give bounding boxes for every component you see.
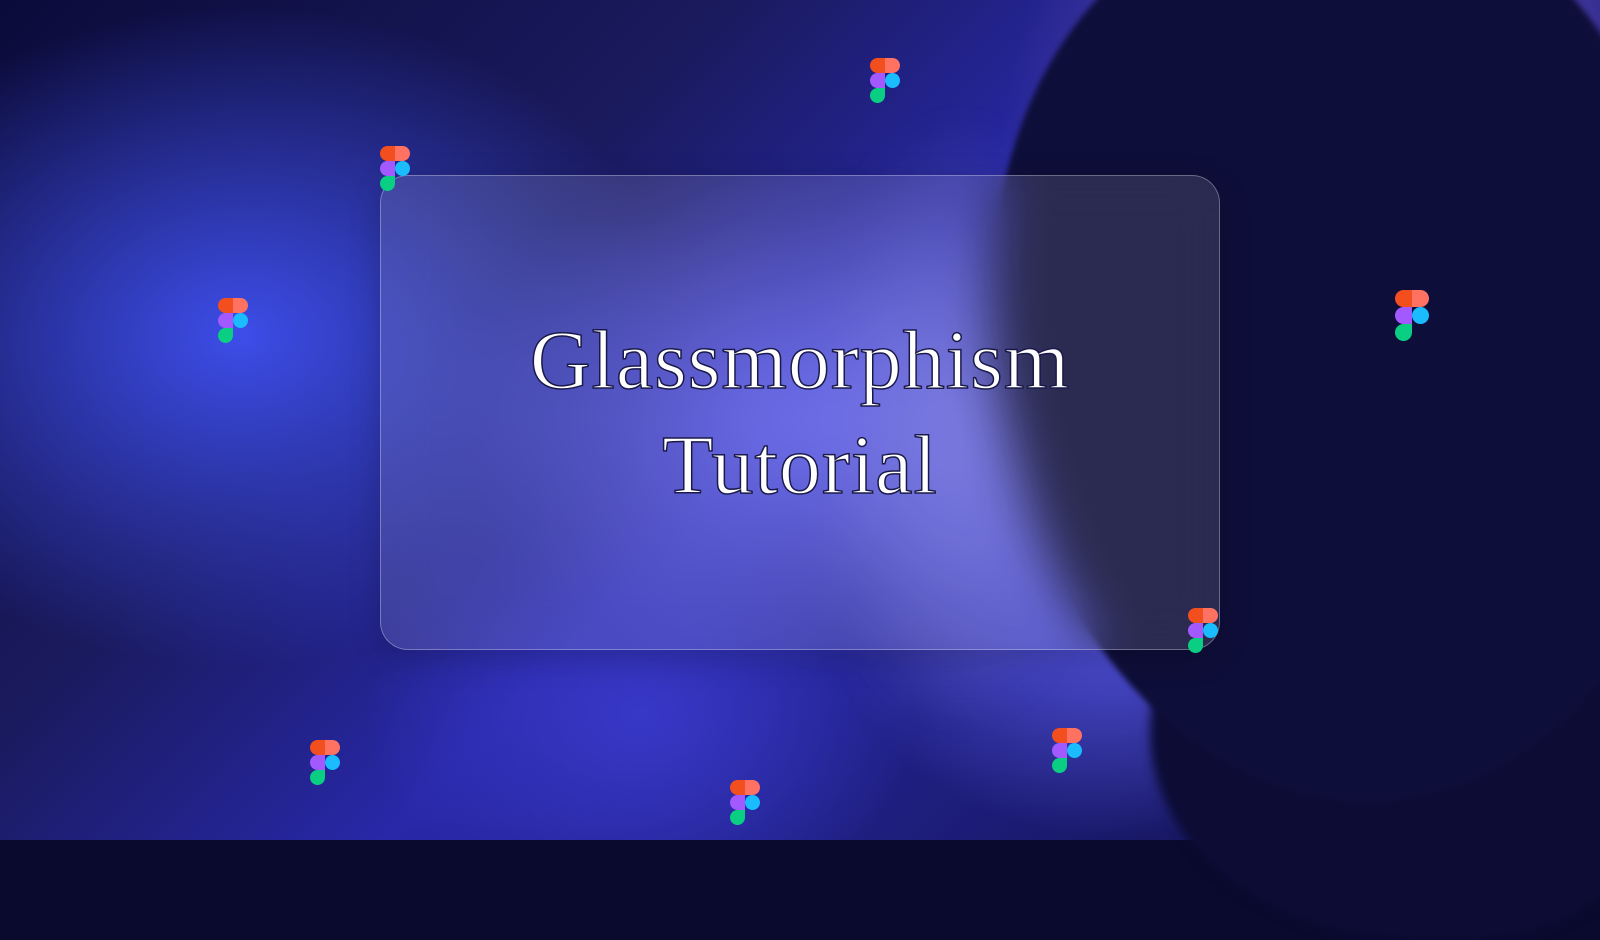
figma-icon: [1052, 728, 1082, 773]
figma-icon: [870, 58, 900, 103]
card-title: Glassmorphism Tutorial: [530, 308, 1070, 518]
title-line-1: Glassmorphism: [530, 314, 1070, 407]
figma-icon: [310, 740, 340, 785]
figma-icon: [1395, 290, 1429, 341]
title-line-2: Tutorial: [662, 419, 938, 512]
figma-icon: [380, 146, 410, 191]
figma-icon: [1188, 608, 1218, 653]
figma-icon: [730, 780, 760, 825]
figma-icon: [218, 298, 248, 343]
glass-card: Glassmorphism Tutorial: [380, 175, 1220, 650]
